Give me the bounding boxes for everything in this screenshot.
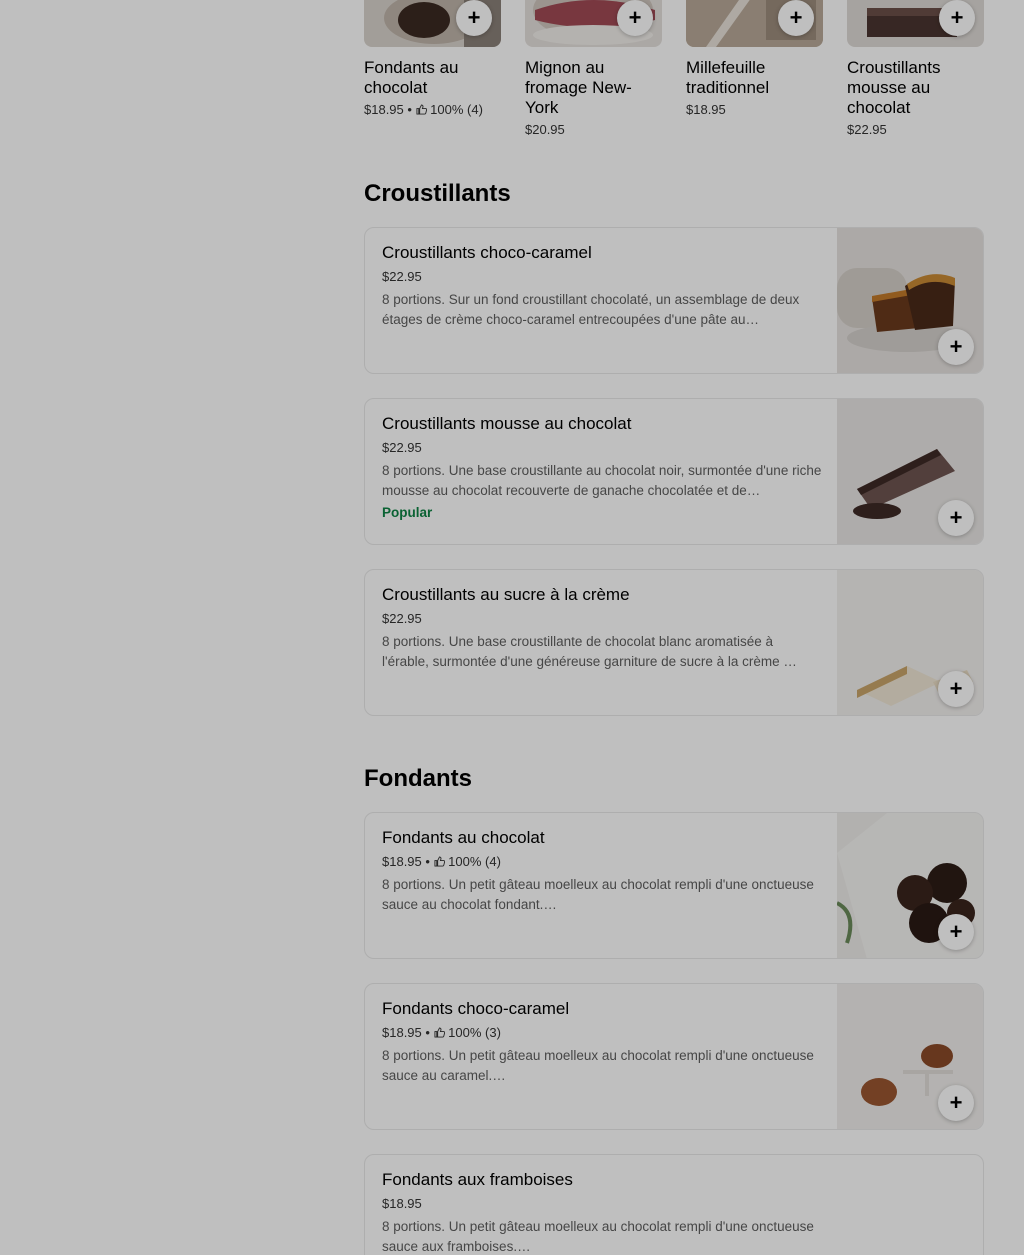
modal-backdrop[interactable] bbox=[0, 0, 1024, 1255]
menu-page: + Fondants au chocolat $18.95 • 100% (4)… bbox=[0, 0, 1024, 1255]
